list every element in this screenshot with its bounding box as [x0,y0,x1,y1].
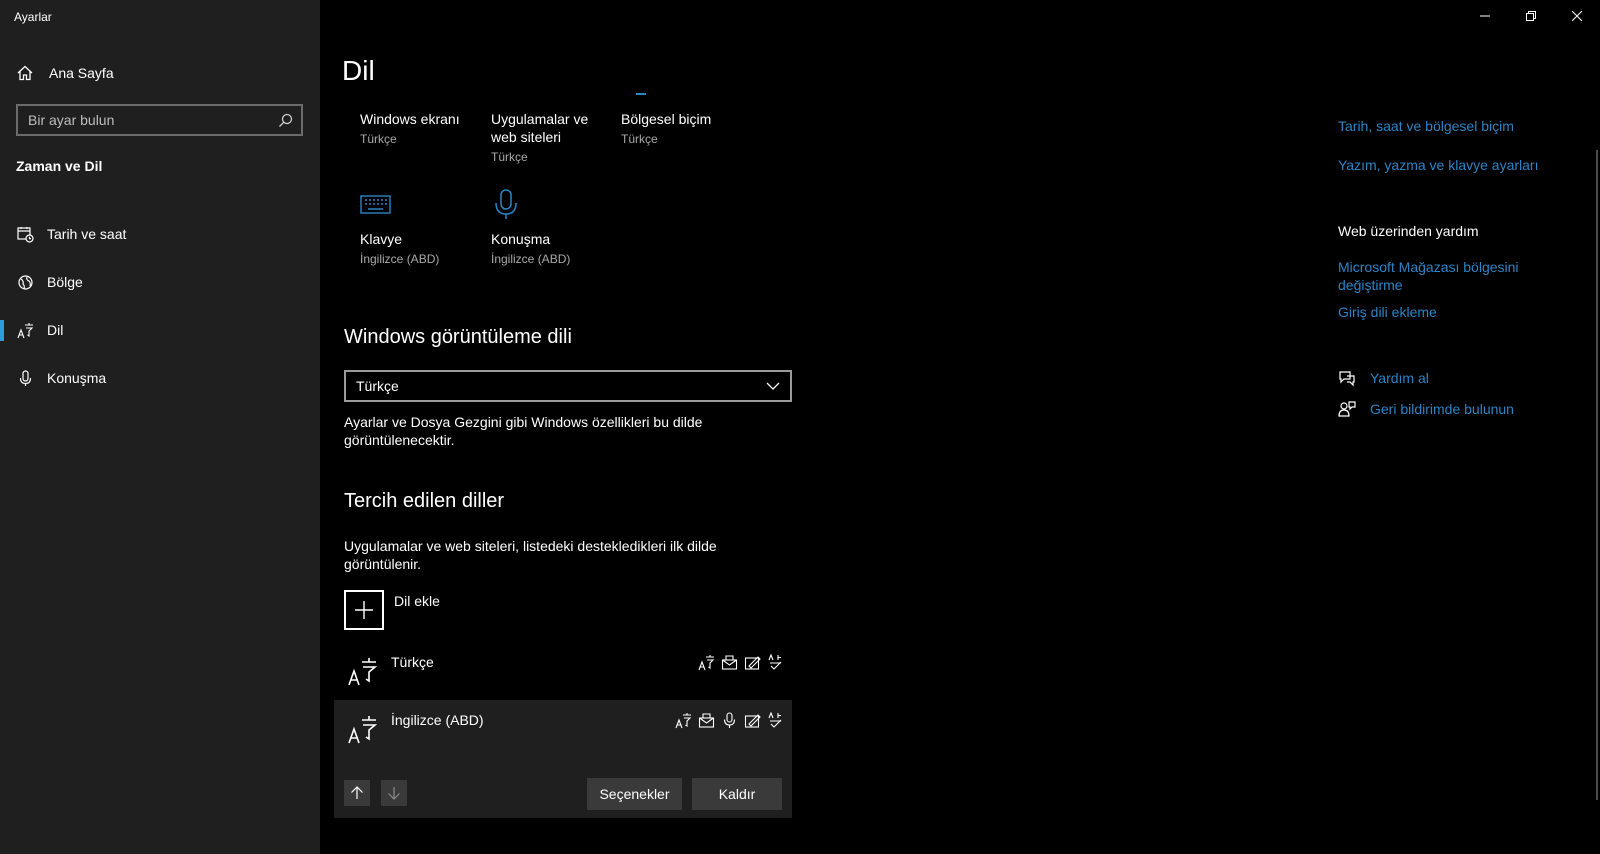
close-button[interactable] [1554,0,1600,32]
sidebar: Ayarlar Ana Sayfa Zaman ve Dil Tarih ve [0,0,320,854]
microphone-icon [491,188,523,220]
sidebar-item-label: Dil [47,322,64,338]
display-language-icon [698,654,715,671]
chevron-down-icon [766,379,780,393]
tts-icon [698,712,715,729]
keyboard-icon [360,188,392,220]
tile-apps-websites[interactable]: Uygulamalar ve web siteleri Türkçe [491,110,616,164]
tile-value: İngilizce (ABD) [491,252,571,266]
web-help-heading: Web üzerinden yardım [1338,223,1479,239]
sidebar-nav: Tarih ve saat Bölge Dil Konuşma [0,210,320,402]
handwriting-icon [744,654,761,671]
language-icon [17,322,34,339]
sidebar-item-region[interactable]: Bölge [0,258,320,306]
sidebar-item-label: Konuşma [47,370,107,386]
get-help-icon [1338,369,1356,387]
section-title: Zaman ve Dil [16,158,103,174]
tile-label: Uygulamalar ve web siteleri [491,111,589,145]
display-language-description: Ayarlar ve Dosya Gezgini gibi Windows öz… [344,414,703,448]
sidebar-item-date-time[interactable]: Tarih ve saat [0,210,320,258]
page-title: Dil [342,55,375,86]
get-help-label: Yardım al [1370,370,1429,386]
globe-icon [17,274,34,291]
preferred-languages-heading: Tercih edilen diller [344,490,505,512]
get-help-link[interactable]: Yardım al [1338,369,1429,387]
language-name: İngilizce (ABD) [391,712,484,728]
search-box[interactable] [16,104,303,136]
window-controls [1462,0,1600,32]
help-link-store-region[interactable]: Microsoft Mağazası bölgesini değiştirme [1338,258,1548,294]
remove-button[interactable]: Kaldır [692,778,782,810]
tile-value: İngilizce (ABD) [360,252,440,266]
move-up-button[interactable] [344,780,370,806]
dropdown-value: Türkçe [356,378,399,394]
handwriting-icon [744,712,761,729]
tts-icon [721,654,738,671]
scrollbar[interactable] [1596,150,1598,800]
spellcheck-icon [767,712,784,729]
speech-icon [721,712,738,729]
add-language-button[interactable]: Dil ekle [344,590,440,630]
display-language-icon [675,712,692,729]
language-row-english-us[interactable]: İngilizce (ABD) Seçenekler Kaldır [334,700,792,818]
add-language-label: Dil ekle [394,593,440,609]
sidebar-item-label: Bölge [47,274,83,290]
tile-speech[interactable]: Konuşma İngilizce (ABD) [491,188,616,266]
minimize-button[interactable] [1462,0,1508,32]
sidebar-item-label: Tarih ve saat [47,226,127,242]
related-link-date-time-region[interactable]: Tarih, saat ve bölgesel biçim [1338,117,1568,135]
spellcheck-icon [767,654,784,671]
microphone-icon [17,369,34,387]
arrow-up-icon [350,786,364,800]
app-title: Ayarlar [14,10,52,24]
search-input[interactable] [28,112,278,128]
restore-button[interactable] [1508,0,1554,32]
tile-keyboard[interactable]: Klavye İngilizce (ABD) [360,188,485,266]
preferred-languages-description: Uygulamalar ve web siteleri, listedeki d… [344,538,717,572]
calendar-clock-icon [17,226,34,243]
language-icon [348,656,378,686]
search-icon[interactable] [278,113,293,128]
tile-value: Türkçe [491,150,528,164]
sidebar-item-speech[interactable]: Konuşma [0,354,320,402]
feedback-label: Geri bildirimde bulunun [1370,401,1514,417]
help-link-add-input-language[interactable]: Giriş dili ekleme [1338,303,1568,321]
tile-windows-display[interactable]: Windows ekranı Türkçe [360,110,485,146]
display-language-dropdown[interactable]: Türkçe [344,370,792,402]
language-name: Türkçe [391,654,434,670]
display-language-heading: Windows görüntüleme dili [344,326,572,348]
home-icon [16,64,34,82]
options-button[interactable]: Seçenekler [587,778,682,810]
language-features [698,654,784,671]
tile-label: Konuşma [491,231,551,247]
home-label: Ana Sayfa [49,65,114,81]
tile-label: Windows ekranı [360,111,460,127]
feedback-icon [1338,400,1356,418]
feedback-link[interactable]: Geri bildirimde bulunun [1338,400,1514,418]
plus-icon [344,590,384,630]
tile-label: Bölgesel biçim [621,111,712,127]
related-link-typing-keyboard[interactable]: Yazım, yazma ve klavye ayarları [1338,156,1568,174]
language-icon [348,714,378,744]
move-down-button[interactable] [381,780,407,806]
sidebar-item-language[interactable]: Dil [0,306,320,354]
tile-value: Türkçe [621,132,658,146]
language-row-turkish[interactable]: Türkçe [334,642,792,696]
region-icon [636,93,646,95]
tile-value: Türkçe [360,132,397,146]
arrow-down-icon [387,786,401,800]
tile-label: Klavye [360,231,403,247]
tile-regional-format[interactable]: Bölgesel biçim Türkçe [621,93,746,146]
home-link[interactable]: Ana Sayfa [16,62,114,84]
language-features [675,712,784,729]
